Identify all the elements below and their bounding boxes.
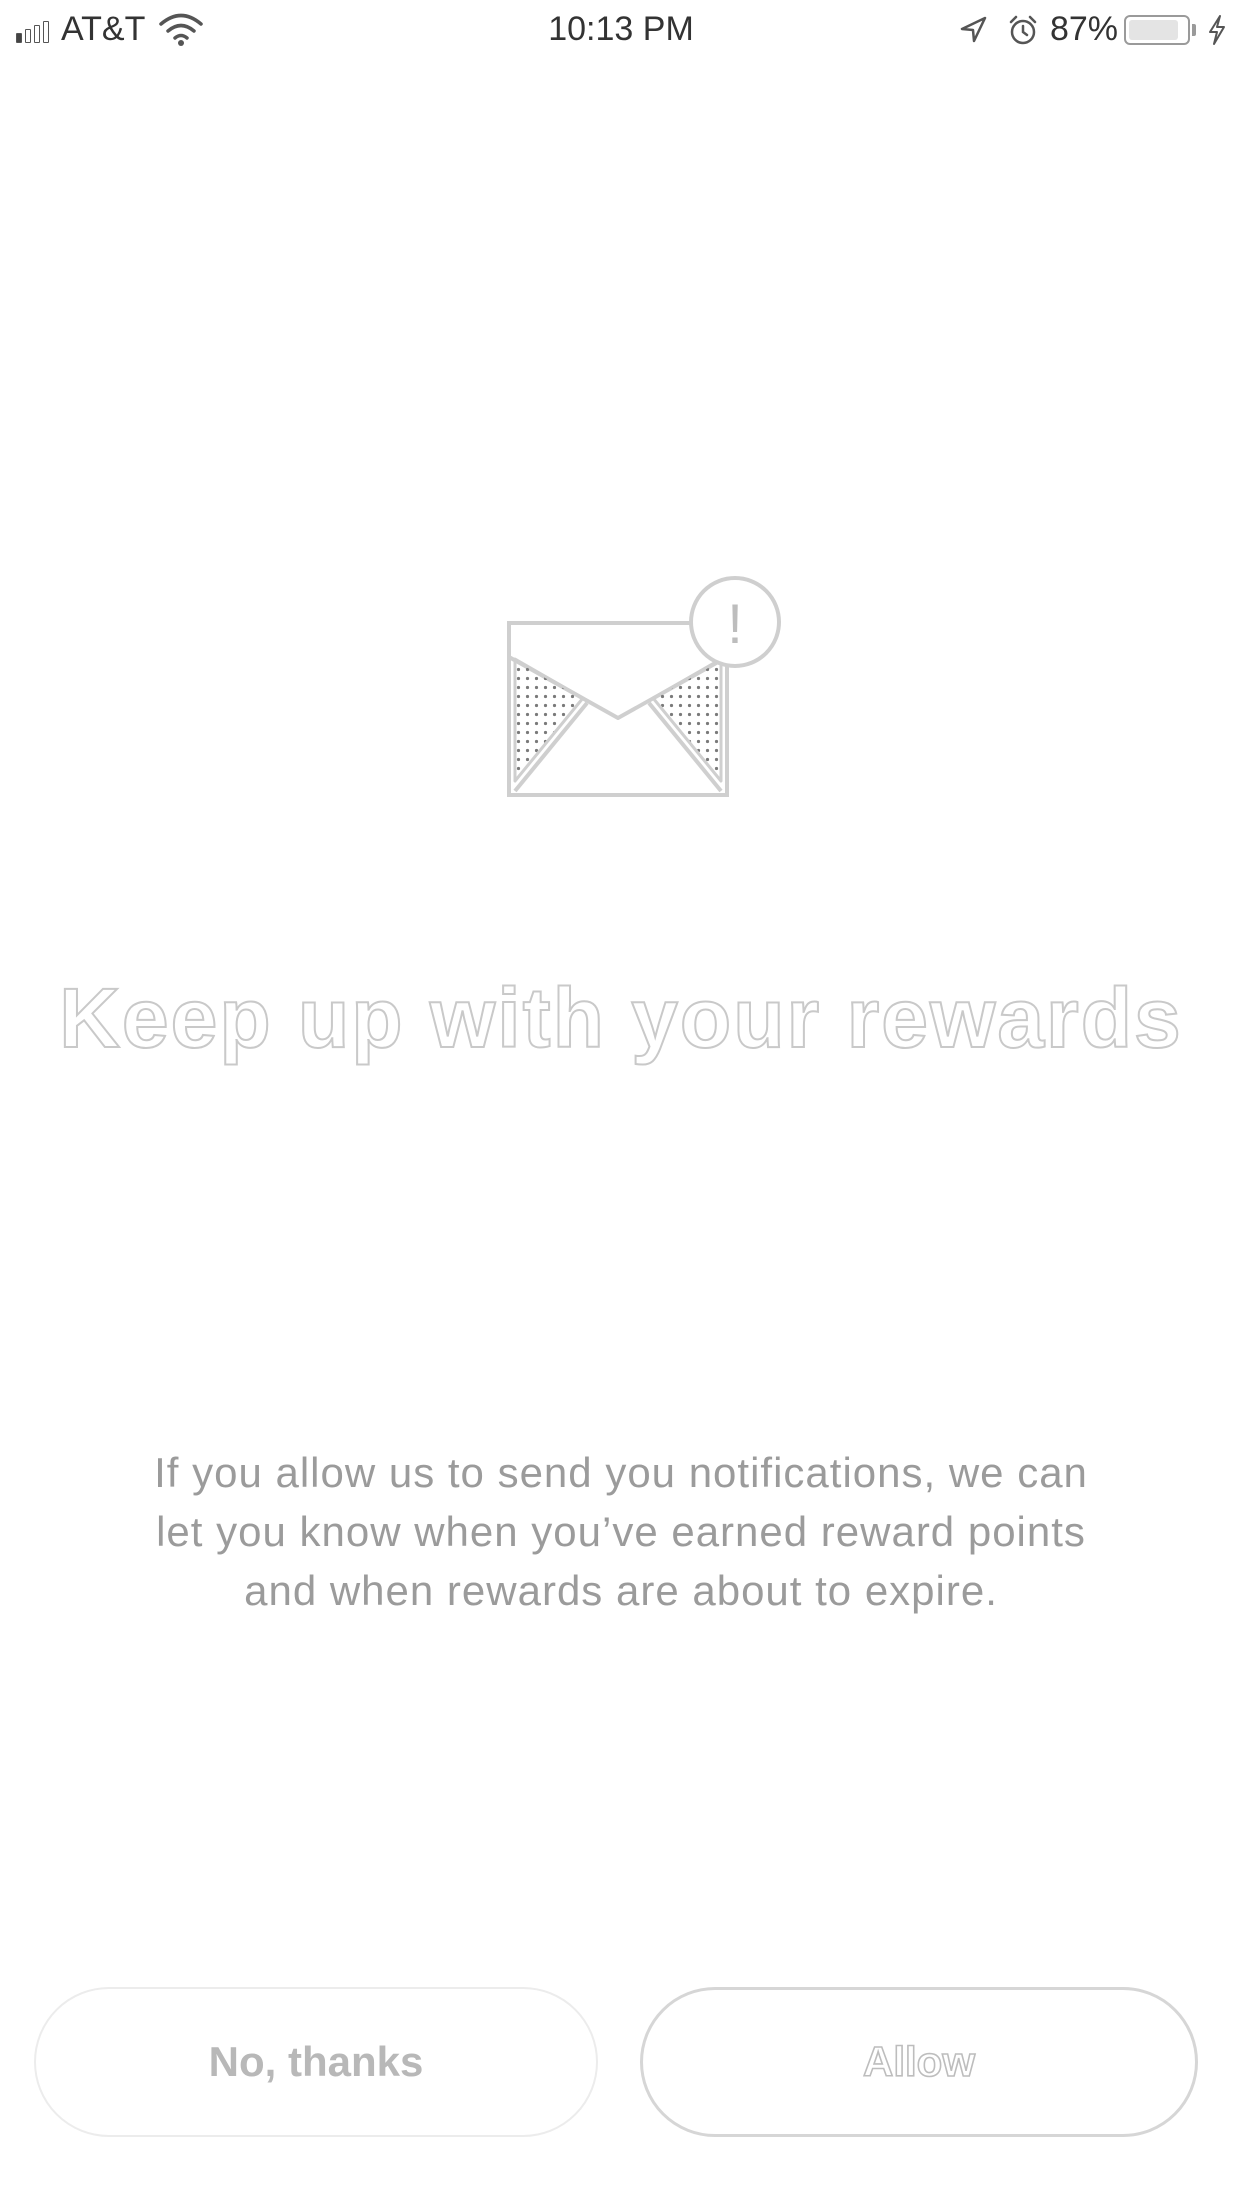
- allow-button[interactable]: Allow: [640, 1987, 1198, 2137]
- description-text: If you allow us to send you notification…: [80, 1443, 1162, 1620]
- allow-label: Allow: [862, 2037, 976, 2086]
- status-bar-right: 87%: [958, 10, 1228, 49]
- notification-permission-screen: AT&T 10:13 PM 87% ! Keep up with your re…: [0, 0, 1242, 2208]
- description-line: If you allow us to send you notification…: [154, 1449, 1088, 1496]
- no-thanks-button[interactable]: No, thanks: [34, 1987, 598, 2137]
- battery-tip: [1192, 23, 1196, 36]
- battery-percentage: 87%: [1049, 10, 1118, 48]
- envelope-alert-icon: !: [507, 576, 781, 797]
- page-title: Keep up with your rewards: [58, 970, 1183, 1066]
- alarm-icon: [1009, 15, 1037, 44]
- battery-icon: [1124, 14, 1190, 45]
- no-thanks-label: No, thanks: [208, 2038, 424, 2085]
- status-bar: AT&T 10:13 PM 87%: [0, 0, 1242, 60]
- description-line: let you know when you’ve earned reward p…: [156, 1508, 1086, 1555]
- location-arrow-icon: [960, 16, 987, 42]
- charging-bolt-icon: [1209, 14, 1225, 45]
- battery-level-fill: [1129, 19, 1178, 40]
- alert-badge-text: !: [727, 592, 743, 655]
- description-line: and when rewards are about to expire.: [244, 1567, 998, 1614]
